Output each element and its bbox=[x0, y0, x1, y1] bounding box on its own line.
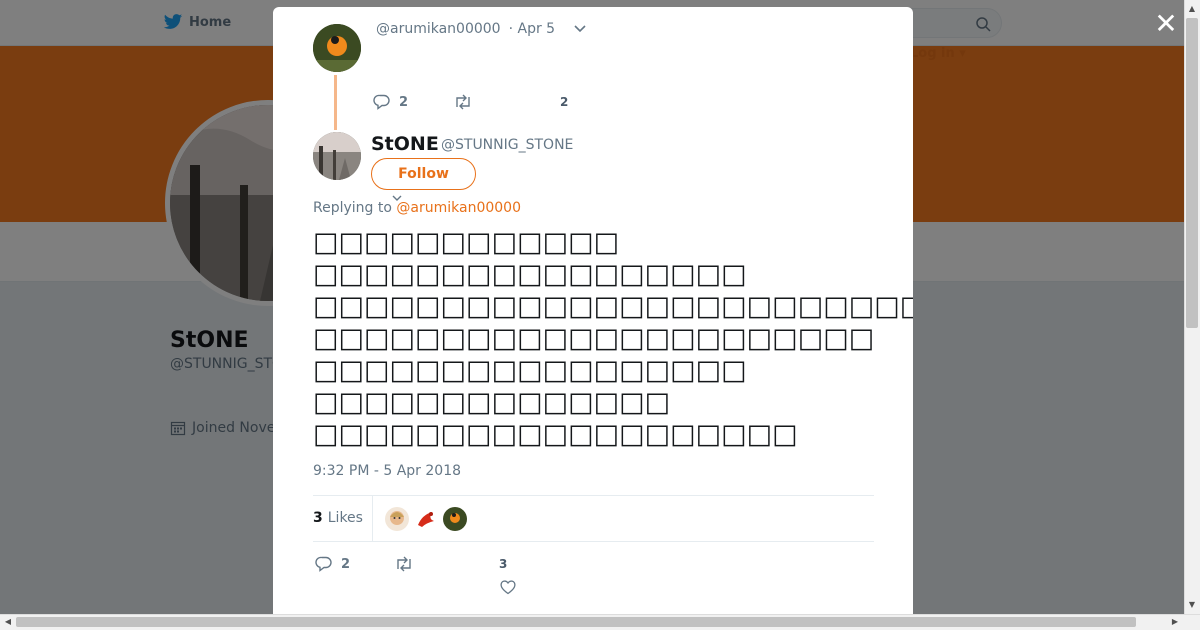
tweet-text: □□□□□□□□□□□□ □□□□□□□□□□□□□□□□□ □□□□□□□□□… bbox=[313, 227, 913, 450]
avatar-photo bbox=[313, 24, 361, 72]
scroll-right-arrow[interactable]: ▶ bbox=[1168, 615, 1182, 629]
tweet-author-avatar[interactable] bbox=[313, 132, 361, 180]
chevron-down-icon[interactable] bbox=[573, 22, 587, 36]
parent-author-handle[interactable]: @arumikan00000 bbox=[376, 21, 501, 37]
liker-avatar[interactable] bbox=[443, 507, 467, 531]
avatar-photo bbox=[385, 507, 409, 531]
reply-icon bbox=[315, 556, 332, 572]
avatar-photo bbox=[414, 507, 438, 531]
parent-author-avatar[interactable] bbox=[313, 24, 361, 72]
vertical-scroll-thumb[interactable] bbox=[1186, 18, 1198, 328]
replying-mention-link[interactable]: @arumikan00000 bbox=[396, 200, 521, 216]
scroll-down-arrow[interactable]: ▼ bbox=[1186, 598, 1198, 612]
avatar-photo bbox=[313, 132, 361, 180]
reply-count: 2 bbox=[341, 556, 351, 572]
replying-to: Replying to @arumikan00000 bbox=[313, 200, 521, 216]
horizontal-scroll-thumb[interactable] bbox=[16, 617, 1136, 627]
parent-reply-count: 2 bbox=[399, 94, 409, 110]
like-count: 3 bbox=[499, 557, 508, 571]
stats-divider bbox=[372, 496, 373, 542]
reply-button[interactable]: 2 bbox=[315, 555, 350, 573]
tweet-author-name[interactable]: StONE bbox=[371, 133, 439, 155]
liker-avatar[interactable] bbox=[414, 507, 438, 531]
avatar-photo bbox=[443, 507, 467, 531]
likes-label: Likes bbox=[327, 510, 363, 526]
scroll-left-arrow[interactable]: ◀ bbox=[1, 615, 15, 629]
parent-reply-button[interactable]: 2 bbox=[373, 93, 408, 111]
likes-count-link[interactable]: 3 Likes bbox=[313, 510, 363, 526]
parent-tweet-header: @arumikan00000 · Apr 5 bbox=[376, 21, 587, 37]
thread-connector-line bbox=[334, 75, 337, 130]
likes-number: 3 bbox=[313, 510, 323, 526]
liker-avatar[interactable] bbox=[385, 507, 409, 531]
parent-tweet-date[interactable]: · Apr 5 bbox=[509, 21, 555, 37]
heart-icon[interactable] bbox=[499, 578, 517, 596]
parent-retweet-button[interactable] bbox=[453, 93, 473, 111]
parent-like-count[interactable]: 2 bbox=[560, 95, 568, 109]
tweet-modal: @arumikan00000 · Apr 5 2 2 StONE @STUNNI… bbox=[273, 7, 913, 614]
close-icon[interactable]: ✕ bbox=[1152, 10, 1180, 38]
retweet-button[interactable] bbox=[394, 555, 414, 573]
retweet-icon bbox=[397, 556, 411, 572]
reply-icon bbox=[373, 94, 390, 110]
retweet-icon bbox=[456, 94, 470, 110]
scroll-up-arrow[interactable]: ▲ bbox=[1186, 2, 1198, 16]
follow-button[interactable]: Follow bbox=[371, 158, 476, 190]
replying-prefix: Replying to bbox=[313, 200, 392, 216]
tweet-stats: 3 Likes bbox=[313, 495, 874, 542]
tweet-author-handle[interactable]: @STUNNIG_STONE bbox=[441, 137, 573, 153]
tweet-timestamp[interactable]: 9:32 PM - 5 Apr 2018 bbox=[313, 463, 461, 479]
